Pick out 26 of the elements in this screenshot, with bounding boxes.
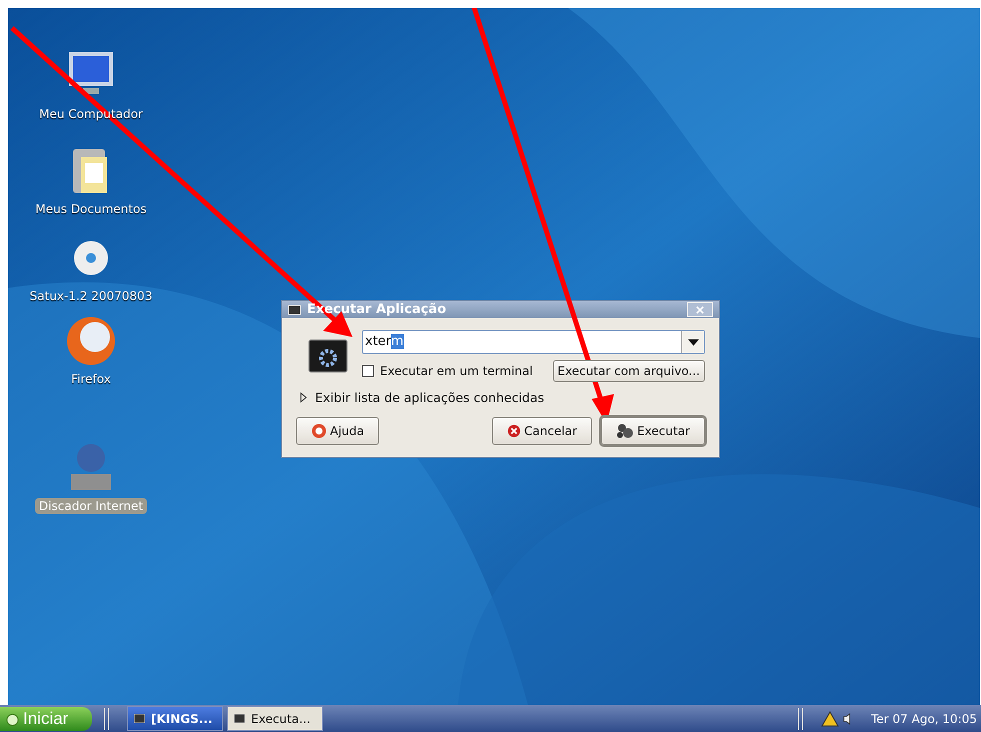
clock[interactable]: Ter 07 Ago, 10:05 <box>871 712 981 726</box>
icon-label: Discador Internet <box>34 498 148 514</box>
close-icon <box>696 306 704 314</box>
lifebuoy-icon <box>311 423 327 439</box>
warning-icon[interactable] <box>821 710 840 726</box>
cancel-icon <box>507 424 522 438</box>
gears-icon <box>616 423 634 439</box>
file-button[interactable]: Executar com arquivo... <box>552 360 705 382</box>
dropdown-button[interactable] <box>681 331 704 353</box>
window-icon <box>234 714 245 723</box>
triangle-icon <box>300 392 307 403</box>
window-icon <box>134 714 145 723</box>
command-field[interactable]: xterm <box>362 330 705 354</box>
taskbar-button[interactable]: Executa... <box>227 706 323 731</box>
checkbox[interactable] <box>362 365 374 377</box>
checkbox-label: Executar em um terminal <box>380 364 533 378</box>
expander[interactable]: Exibir lista de aplicações conhecidas <box>296 390 705 405</box>
gear-icon <box>308 339 348 373</box>
run-button[interactable]: Executar <box>601 417 705 445</box>
window-icon <box>288 304 301 314</box>
icon-label: Satux-1.2 20070803 <box>28 288 154 304</box>
taskbar-button[interactable]: [KINGS... <box>127 706 223 731</box>
cancel-button[interactable]: Cancelar <box>492 417 592 445</box>
icon-label: Firefox <box>70 371 112 387</box>
help-button[interactable]: Ajuda <box>296 417 380 445</box>
icon-label: Meus Documentos <box>34 201 148 217</box>
